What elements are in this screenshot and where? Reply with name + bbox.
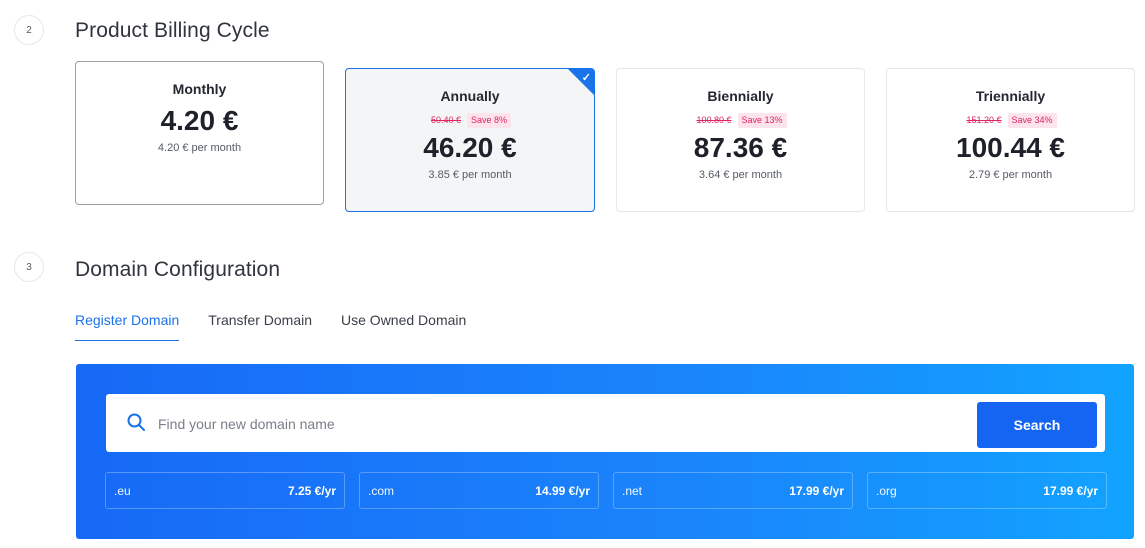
section-title-billing: Product Billing Cycle bbox=[75, 19, 270, 42]
tld-option-org[interactable]: .org 17.99 €/yr bbox=[867, 472, 1107, 509]
billing-cycle-name: Annually bbox=[440, 88, 500, 104]
tld-price: 17.99 €/yr bbox=[1043, 483, 1098, 498]
billing-price: 4.20 € bbox=[160, 105, 239, 136]
save-badge: Save 8% bbox=[467, 113, 512, 128]
billing-option-monthly[interactable]: Monthly 4.20 € 4.20 € per month bbox=[75, 61, 324, 205]
tld-option-net[interactable]: .net 17.99 €/yr bbox=[613, 472, 853, 509]
save-badge: Save 34% bbox=[1007, 113, 1057, 128]
billing-option-triennially[interactable]: Triennially 151.20 € Save 34% 100.44 € 2… bbox=[886, 68, 1135, 212]
tld-price: 7.25 €/yr bbox=[287, 483, 336, 498]
billing-per-month: 3.64 € per month bbox=[698, 169, 783, 181]
step-number-billing: 2 bbox=[14, 15, 44, 45]
tld-extension: .net bbox=[622, 483, 643, 498]
billing-cycle-name: Biennially bbox=[707, 88, 774, 104]
tab-use-owned-domain[interactable]: Use Owned Domain bbox=[341, 312, 466, 341]
step-number-domain: 3 bbox=[14, 252, 44, 282]
tld-price: 14.99 €/yr bbox=[535, 483, 590, 498]
domain-search-input[interactable] bbox=[156, 409, 960, 439]
billing-price: 100.44 € bbox=[956, 132, 1065, 163]
billing-per-month: 4.20 € per month bbox=[157, 142, 242, 154]
domain-search-panel: Search .eu 7.25 €/yr .com 14.99 €/yr .ne… bbox=[76, 364, 1134, 539]
billing-option-annually[interactable]: ✓ Annually 50.40 € Save 8% 46.20 € 3.85 … bbox=[345, 68, 595, 212]
tld-list: .eu 7.25 €/yr .com 14.99 €/yr .net 17.99… bbox=[105, 472, 1107, 509]
tld-price: 17.99 €/yr bbox=[789, 483, 844, 498]
tld-option-com[interactable]: .com 14.99 €/yr bbox=[359, 472, 599, 509]
tld-extension: .com bbox=[368, 483, 395, 498]
tld-option-eu[interactable]: .eu 7.25 €/yr bbox=[105, 472, 345, 509]
billing-cycle-name: Monthly bbox=[172, 81, 227, 97]
check-icon: ✓ bbox=[581, 72, 591, 84]
billing-option-biennially[interactable]: Biennially 100.80 € Save 13% 87.36 € 3.6… bbox=[616, 68, 865, 212]
original-price: 100.80 € bbox=[696, 115, 732, 125]
search-button[interactable]: Search bbox=[977, 402, 1097, 448]
tab-transfer-domain[interactable]: Transfer Domain bbox=[208, 312, 312, 341]
save-badge: Save 13% bbox=[737, 113, 787, 128]
domain-search-box: Search bbox=[106, 394, 1105, 452]
billing-per-month: 3.85 € per month bbox=[428, 169, 512, 181]
tld-extension: .eu bbox=[114, 483, 131, 498]
tld-extension: .org bbox=[876, 483, 897, 498]
billing-cycle-name: Triennially bbox=[975, 88, 1046, 104]
domain-tabs: Register Domain Transfer Domain Use Owne… bbox=[75, 312, 495, 341]
tab-register-domain[interactable]: Register Domain bbox=[75, 312, 180, 341]
search-icon bbox=[127, 413, 145, 431]
billing-price: 87.36 € bbox=[693, 132, 788, 163]
billing-per-month: 2.79 € per month bbox=[968, 169, 1053, 181]
original-price: 50.40 € bbox=[430, 115, 461, 125]
original-price: 151.20 € bbox=[966, 115, 1002, 125]
billing-price: 46.20 € bbox=[423, 132, 517, 163]
section-title-domain: Domain Configuration bbox=[75, 258, 281, 281]
